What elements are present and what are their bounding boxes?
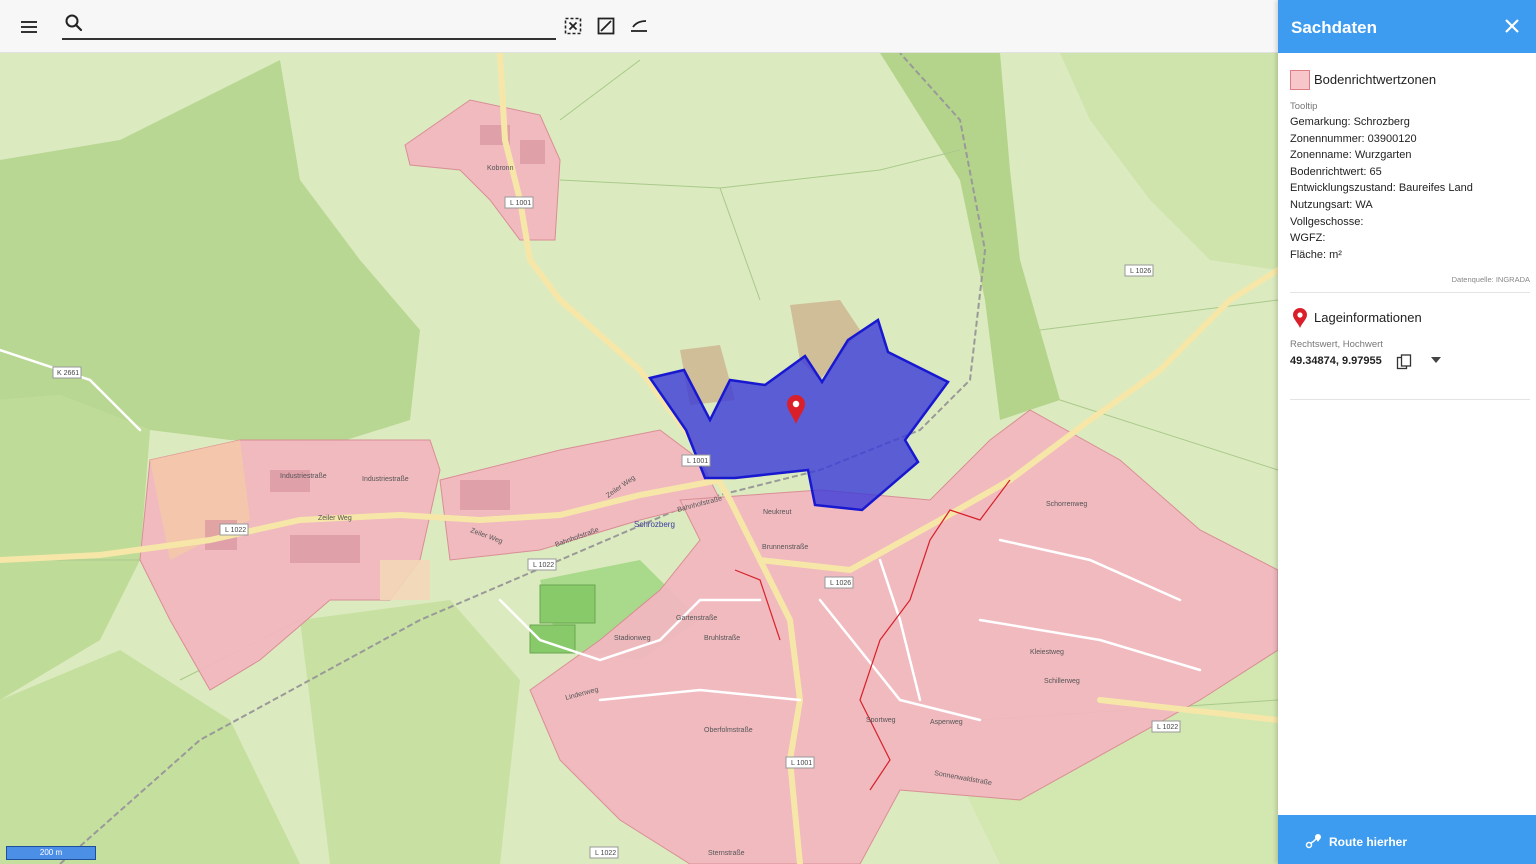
street-label: Sportweg: [866, 717, 896, 724]
panel-title: Sachdaten: [1291, 18, 1377, 37]
street-label: Brunnenstraße: [762, 544, 808, 551]
street-label: Industriestraße: [280, 473, 327, 480]
close-icon[interactable]: [1503, 17, 1521, 35]
location-title: Lageinformationen: [1314, 310, 1422, 325]
layer-color-swatch: [1290, 70, 1310, 90]
measure-line-icon[interactable]: [629, 16, 649, 36]
road-shield: L 1026: [824, 576, 854, 589]
street-label: Bruhlstraße: [704, 635, 740, 642]
copy-icon[interactable]: [1396, 354, 1412, 370]
street-label: Sternstraße: [708, 850, 745, 857]
place-label: Schrozberg: [634, 520, 675, 529]
street-label: Stadionweg: [614, 635, 651, 642]
road-shield: L 1022: [527, 558, 557, 571]
map-svg[interactable]: Kobronn Schrozberg Industriestraße Indus…: [0, 53, 1278, 864]
road-shield: L 1001: [681, 454, 711, 467]
attribute-line: Vollgeschosse:: [1290, 215, 1364, 228]
road-shield: L 1022: [1151, 720, 1181, 733]
attribute-line: Zonennummer: 03900120: [1290, 132, 1417, 145]
svg-text:L 1022: L 1022: [533, 562, 554, 569]
scale-bar: 200 m: [6, 846, 96, 860]
street-label: Aspenweg: [930, 719, 963, 726]
street-label: Oberfolmstraße: [704, 727, 753, 734]
svg-text:L 1026: L 1026: [830, 580, 851, 587]
svg-text:L 1001: L 1001: [687, 458, 708, 465]
data-source-note: Datenquelle: INGRADA: [1451, 275, 1530, 284]
toolbar: [0, 0, 1278, 53]
attribute-line: Bodenrichtwert: 65: [1290, 165, 1382, 178]
svg-text:K 2661: K 2661: [57, 370, 79, 377]
attribute-line: Zonenname: Wurzgarten: [1290, 149, 1412, 162]
road-shield: L 1022: [219, 523, 249, 536]
street-label: Zeiler Weg: [318, 515, 352, 522]
street-label: Schorrenweg: [1046, 501, 1087, 508]
tooltip-label: Tooltip: [1290, 101, 1318, 112]
search-bar: [62, 10, 556, 40]
attribute-line: Entwicklungszustand: Baureifes Land: [1290, 182, 1473, 195]
street-label: Kleiestweg: [1030, 649, 1064, 656]
info-panel: Sachdaten Bodenrichtwertzonen Tooltip Ge…: [1278, 0, 1536, 864]
attribute-line: Gemarkung: Schrozberg: [1290, 116, 1410, 128]
street-label: Gartenstraße: [676, 615, 717, 622]
road-shield: K 2661: [52, 366, 82, 379]
menu-icon[interactable]: [18, 15, 42, 39]
svg-text:L 1022: L 1022: [1157, 724, 1178, 731]
attribute-list: Gemarkung: Schrozberg Zonennummer: 03900…: [1290, 114, 1530, 263]
coordinate-value: 49.34874, 9.97955: [1290, 355, 1382, 367]
street-label: Neukreut: [763, 509, 791, 516]
chevron-down-icon[interactable]: [1430, 355, 1442, 365]
svg-text:L 1001: L 1001: [510, 200, 531, 207]
panel-header: Sachdaten: [1278, 0, 1536, 53]
road-shield: L 1001: [785, 756, 815, 769]
map-canvas[interactable]: Kobronn Schrozberg Industriestraße Indus…: [0, 53, 1278, 864]
attribute-line: WGFZ:: [1290, 232, 1326, 245]
svg-text:L 1001: L 1001: [791, 760, 812, 767]
select-area-icon[interactable]: [563, 16, 583, 36]
route-icon: [1305, 834, 1321, 849]
layer-title: Bodenrichtwertzonen: [1314, 72, 1437, 87]
attribute-line: Nutzungsart: WA: [1290, 198, 1373, 211]
svg-text:L 1022: L 1022: [225, 527, 246, 534]
divider: [1290, 292, 1530, 293]
road-shield: L 1026: [1124, 264, 1154, 277]
search-input[interactable]: [82, 12, 552, 36]
divider: [1290, 399, 1530, 400]
street-label: Industriestraße: [362, 476, 409, 483]
location-pin-icon: [1293, 308, 1307, 328]
coordinate-label: Rechtswert, Hochwert: [1290, 339, 1383, 350]
attribute-line: Fläche: m²: [1290, 248, 1342, 261]
svg-text:L 1022: L 1022: [595, 850, 616, 857]
road-shield: L 1022: [589, 846, 619, 859]
street-label: Schillerweg: [1044, 678, 1080, 685]
route-button[interactable]: Route hierher: [1278, 815, 1536, 864]
svg-text:L 1026: L 1026: [1130, 268, 1151, 275]
search-icon: [65, 14, 83, 32]
place-label: Kobronn: [487, 165, 514, 172]
route-button-label: Route hierher: [1329, 835, 1408, 849]
road-shield: L 1001: [504, 196, 534, 209]
draw-polygon-icon[interactable]: [596, 16, 616, 36]
